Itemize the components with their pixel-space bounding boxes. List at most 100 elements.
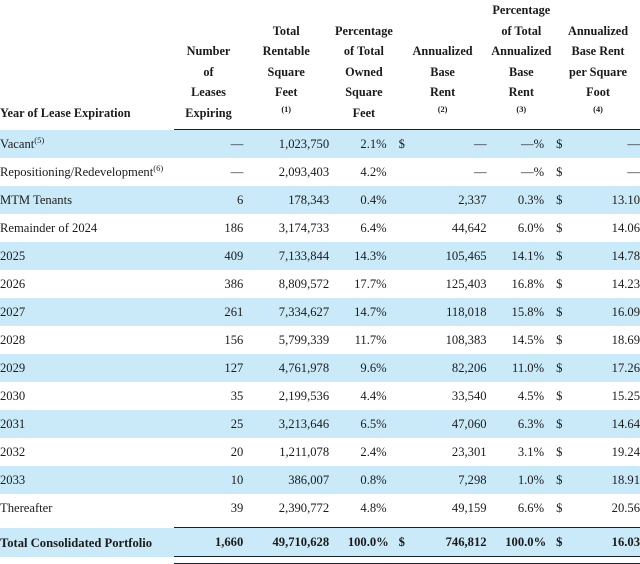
total-bottom-rule-row bbox=[0, 556, 640, 564]
header-rentable-line-1: Total bbox=[272, 23, 300, 38]
percent-symbol: % bbox=[533, 129, 557, 158]
cell-percentage-annualized-base-rent: 15.8 bbox=[486, 298, 534, 326]
cell-base-rent-per-square-foot: 18.91 bbox=[570, 466, 640, 494]
percent-symbol: % bbox=[376, 527, 399, 557]
total-annualized-base-rent: 746,812 bbox=[412, 527, 487, 557]
dollar-symbol-psf: $ bbox=[556, 501, 563, 515]
cell-annualized-base-rent: 105,465 bbox=[412, 242, 487, 270]
header-pct-owned-line-1: Percentage bbox=[334, 23, 393, 38]
percent-symbol: % bbox=[533, 165, 545, 179]
header-abr-line-2: Base bbox=[430, 64, 455, 79]
cell-percentage-annualized-base-rent: — bbox=[520, 165, 534, 179]
cell-percentage-owned-square-feet: 4.4 bbox=[360, 389, 377, 403]
total-bottom-rule-abr bbox=[398, 556, 487, 564]
cell-rentable-square-feet: 3,213,646 bbox=[243, 410, 330, 438]
cell-rentable-square-feet: 2,199,536 bbox=[278, 389, 330, 403]
lease-expiration-table: Year of Lease Expiration Number of Lease… bbox=[0, 0, 640, 564]
table-row: Vacant(5) —1,023,750 2.1% $ — —% $ — bbox=[0, 129, 640, 158]
header-pct-abr-line-4: Base bbox=[509, 64, 534, 79]
dollar-symbol-abr bbox=[399, 326, 413, 354]
table-row: 2029 127 4,761,978 9.6% 82,206 11.0% $17.26 bbox=[0, 354, 640, 382]
percent-symbol: % bbox=[376, 410, 399, 438]
percent-symbol: % bbox=[376, 242, 399, 270]
cell-annualized-base-rent: 23,301 bbox=[451, 445, 487, 459]
total-number-of-leases: 1,660 bbox=[173, 527, 244, 557]
dollar-symbol-psf: $ bbox=[556, 186, 571, 214]
row-label: 2031 bbox=[0, 410, 174, 438]
row-label: 2033 bbox=[0, 466, 174, 494]
row-label: 2025 bbox=[0, 242, 174, 270]
cell-number-of-leases: 127 bbox=[173, 354, 244, 382]
header-abr-line-1: Annualized bbox=[412, 44, 473, 58]
header-pct-owned-line-4: Square bbox=[345, 85, 383, 99]
cell-annualized-base-rent: 33,540 bbox=[451, 389, 487, 403]
percent-symbol: % bbox=[376, 445, 387, 459]
footnote-marker-3: (3) bbox=[516, 104, 527, 114]
cell-rentable-square-feet: 5,799,339 bbox=[278, 333, 330, 347]
cell-percentage-owned-square-feet: 17.7 bbox=[354, 277, 377, 291]
percent-symbol: % bbox=[533, 501, 545, 515]
footnote-marker: (6) bbox=[153, 162, 164, 173]
dollar-symbol-abr bbox=[399, 382, 413, 410]
cell-base-rent-per-square-foot: 13.10 bbox=[570, 186, 640, 214]
header-year-of-lease-expiration-label: Year of Lease Expiration bbox=[0, 105, 131, 120]
table-row: 2027 261 7,334,627 14.7% 118,018 15.8% $16.09 bbox=[0, 298, 640, 326]
cell-percentage-annualized-base-rent: 6.3 bbox=[486, 410, 534, 438]
dollar-symbol-abr bbox=[399, 270, 413, 298]
total-bottom-rule-label-gap bbox=[0, 557, 174, 564]
table-row: 2026 386 8,809,572 17.7% 125,403 16.8% $14.23 bbox=[0, 270, 640, 298]
total-base-rent-per-square-foot: 16.03 bbox=[570, 527, 640, 557]
header-rentable-line-4: Feet (1) bbox=[274, 85, 298, 114]
cell-annualized-base-rent: 49,159 bbox=[451, 501, 487, 515]
table-row: MTM Tenants 6 178,343 0.4% 2,337 0.3% $13.10 bbox=[0, 186, 640, 214]
table-row: 2028 156 5,799,339 11.7% 108,383 14.5% $18.69 bbox=[0, 326, 640, 354]
cell-base-rent-per-square-foot: 14.06 bbox=[611, 221, 640, 235]
percent-symbol: % bbox=[376, 186, 399, 214]
cell-percentage-owned-square-feet: 14.3 bbox=[329, 242, 377, 270]
header-number-of-leases-expiring: Number of Leases Expiring bbox=[174, 0, 244, 123]
total-row: Total Consolidated Portfolio 1,660 49,710,… bbox=[0, 527, 640, 557]
header-pct-owned-line-2: of Total bbox=[343, 44, 384, 58]
percent-symbol: % bbox=[533, 298, 557, 326]
dollar-symbol-psf: $ bbox=[556, 242, 571, 270]
dollar-symbol-psf: $ bbox=[556, 165, 563, 179]
total-percentage-annualized-base-rent: 100.0 bbox=[486, 527, 534, 557]
header-percentage-of-total-annualized-base-rent: Percentage of Total Annualized Base Rent… bbox=[487, 0, 557, 123]
percent-symbol: % bbox=[533, 277, 545, 291]
dollar-symbol-psf: $ bbox=[556, 354, 571, 382]
total-bottom-rule-pct-owned-sf bbox=[329, 556, 399, 564]
header-pct-abr-line-5: Rent (3) bbox=[508, 85, 534, 114]
cell-base-rent-per-square-foot: — bbox=[627, 165, 640, 179]
table-row: 2025 409 7,133,844 14.3% 105,465 14.1% $14.78 bbox=[0, 242, 640, 270]
percent-symbol: % bbox=[376, 129, 399, 158]
cell-percentage-annualized-base-rent: 1.0 bbox=[486, 466, 534, 494]
total-rentable-square-feet: 49,710,628 bbox=[243, 527, 330, 557]
cell-base-rent-per-square-foot: 17.26 bbox=[570, 354, 640, 382]
dollar-symbol-abr bbox=[398, 410, 413, 438]
cell-annualized-base-rent: — bbox=[473, 165, 487, 179]
cell-rentable-square-feet: 7,334,627 bbox=[243, 298, 330, 326]
dollar-symbol-abr bbox=[399, 214, 413, 242]
header-abr-line-3: Rent (2) bbox=[429, 85, 456, 114]
cell-annualized-base-rent: 118,018 bbox=[412, 298, 487, 326]
cell-annualized-base-rent: 82,206 bbox=[412, 354, 487, 382]
table-row: 2032 20 1,211,078 2.4% 23,301 3.1% $19.24 bbox=[0, 438, 640, 466]
cell-number-of-leases: 261 bbox=[173, 298, 244, 326]
percent-symbol: % bbox=[533, 186, 557, 214]
cell-number-of-leases: 386 bbox=[224, 277, 244, 291]
row-label: Vacant(5) bbox=[0, 129, 174, 158]
percent-symbol: % bbox=[533, 466, 557, 494]
dollar-symbol-abr bbox=[398, 466, 413, 494]
dollar-symbol-psf: $ bbox=[556, 389, 563, 403]
percent-symbol: % bbox=[376, 389, 387, 403]
percent-symbol: % bbox=[376, 501, 387, 515]
footnote-marker-1: (1) bbox=[281, 104, 292, 114]
percent-symbol: % bbox=[376, 333, 387, 347]
percent-symbol: % bbox=[376, 466, 399, 494]
header-leases-line-4: Expiring bbox=[185, 105, 232, 120]
cell-rentable-square-feet: 1,211,078 bbox=[279, 445, 330, 459]
table-row: Repositioning/Redevelopment(6) — 2,093,403… bbox=[0, 158, 640, 186]
dollar-symbol-psf: $ bbox=[556, 129, 571, 158]
percent-symbol: % bbox=[533, 242, 557, 270]
percent-symbol: % bbox=[533, 445, 545, 459]
